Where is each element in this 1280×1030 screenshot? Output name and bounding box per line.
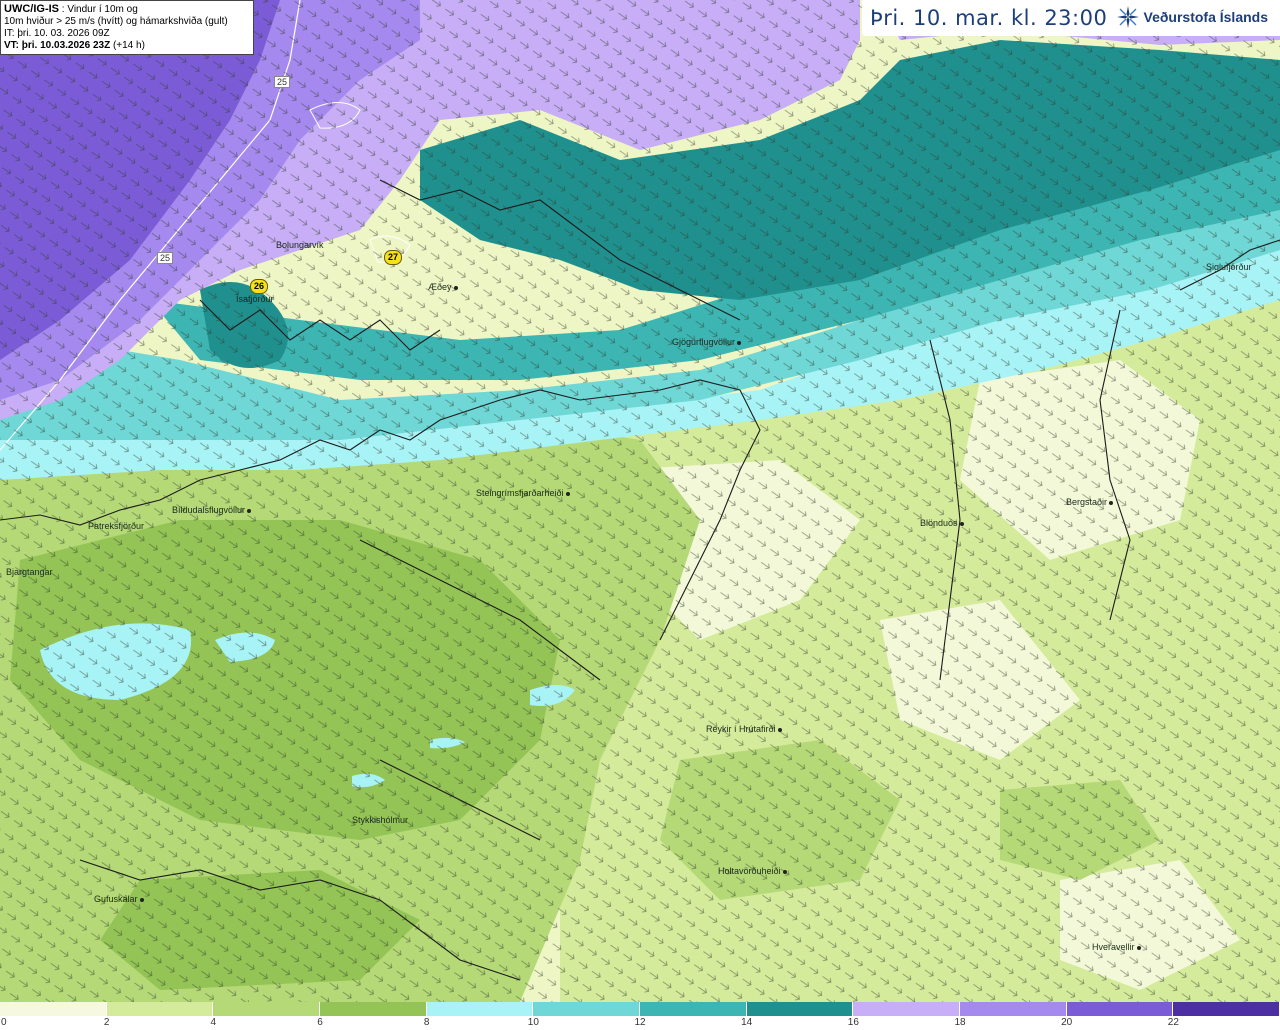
place-label: Gjögurflugvöllur (672, 337, 742, 347)
init-time: IT: þri. 10. 03. 2026 09Z (4, 28, 110, 39)
legend-tick-label: 2 (103, 1017, 110, 1028)
legend-swatch (746, 1002, 854, 1016)
forecast-map-view: 25 25 27 26 Bolungarvík Ísafjörður Æðey … (0, 0, 1280, 1030)
place-name: Steingrímsfjarðarheiði (476, 488, 564, 498)
valid-time-offset: (+14 h) (110, 40, 145, 51)
place-dot (959, 521, 964, 526)
legend-color-bar (0, 1002, 1280, 1016)
place-name: Patreksfjörður (88, 521, 145, 531)
place-label: Reykir í Hrútafirði (706, 724, 782, 734)
valid-time-bold: VT: þri. 10.03.2026 23Z (4, 40, 111, 51)
place-name: Bolungarvík (276, 240, 324, 250)
place-label: Bjargtangar (6, 567, 53, 577)
legend-swatch (640, 1002, 747, 1016)
place-label: Gufuskálar (94, 894, 144, 904)
place-dot (782, 869, 787, 874)
legend-tick-label: 18 (954, 1017, 966, 1028)
place-label: Bíldudalsflugvöllur (172, 505, 252, 515)
info-line-2: 10m hviður > 25 m/s (hvítt) og hámarkshv… (4, 16, 228, 27)
place-dot (565, 491, 570, 496)
place-name: Holtavörðuheiði (718, 866, 781, 876)
max-gust-marker: 27 (384, 250, 402, 265)
place-label: Stykkishólmur (352, 815, 408, 825)
place-label: Bergstaðir (1066, 497, 1114, 507)
forecast-info-box: UWC/IG-IS : Vindur í 10m og 10m hviður >… (0, 0, 254, 55)
place-name: Bíldudalsflugvöllur (172, 505, 246, 515)
legend-swatch (320, 1002, 427, 1016)
weather-office-star-icon (1116, 6, 1139, 28)
vedurstofa-logo[interactable]: Veðurstofa Íslands (1116, 5, 1268, 29)
place-dot (139, 897, 144, 902)
gust-contour-label: 25 (157, 252, 174, 264)
place-name: Gjögurflugvöllur (672, 337, 736, 347)
place-name: Siglufjörður (1206, 262, 1252, 272)
place-name: Æðey (428, 282, 452, 292)
legend-tick-label: 0 (1, 1017, 7, 1028)
max-gust-marker: 26 (250, 279, 268, 294)
place-dot (777, 727, 782, 732)
legend-tick-label: 14 (741, 1017, 753, 1028)
legend-swatch (213, 1002, 321, 1016)
legend-tick-label: 8 (423, 1017, 430, 1028)
place-name: Stykkishólmur (352, 815, 409, 825)
place-dot (247, 508, 252, 513)
legend-tick-label: 12 (634, 1017, 646, 1028)
legend-swatch (533, 1002, 641, 1016)
gust-contour-label: 25 (274, 76, 291, 88)
legend-tick-label: 6 (317, 1017, 323, 1028)
place-dot (453, 285, 458, 290)
legend-swatch (426, 1002, 534, 1016)
place-label: Patreksfjörður (88, 521, 144, 531)
place-dot (737, 340, 742, 345)
place-label: Blönduós (920, 518, 964, 528)
place-name: Bjargtangar (6, 567, 53, 577)
legend-swatch (106, 1002, 214, 1016)
legend-swatch (1173, 1002, 1280, 1016)
legend-swatch (0, 1002, 107, 1016)
wind-speed-legend: 0 2 4 6 8 10 12 14 16 18 20 22 (0, 1002, 1280, 1030)
legend-tick-label: 20 (1061, 1017, 1073, 1028)
legend-swatch (853, 1002, 961, 1016)
info-line-1: UWC/IG-IS : Vindur í 10m og (4, 3, 250, 16)
place-label: Siglufjörður (1206, 262, 1252, 272)
place-label: Bolungarvík (276, 240, 324, 250)
valid-time-title: Þri. 10. mar. kl. 23:00 (870, 6, 1108, 30)
legend-tick-label: 4 (210, 1017, 217, 1028)
place-label: Hveravellir (1092, 942, 1141, 952)
legend-swatch (960, 1002, 1067, 1016)
info-line-1-text: : Vindur í 10m og (59, 4, 138, 15)
place-label: Steingrímsfjarðarheiði (476, 488, 570, 498)
legend-swatch (1066, 1002, 1174, 1016)
place-name: Blönduós (920, 518, 958, 528)
place-label: Æðey (428, 282, 458, 292)
place-name: Hveravellir (1092, 942, 1135, 952)
place-dot (1109, 500, 1114, 505)
valid-time-line: VT: þri. 10.03.2026 23Z (+14 h) (4, 40, 250, 52)
place-name: Gufuskálar (94, 894, 138, 904)
place-label: Holtavörðuheiði (718, 866, 787, 876)
legend-tick-label: 10 (527, 1017, 539, 1028)
legend-tick-label: 22 (1167, 1017, 1179, 1028)
place-name: Ísafjörður (236, 294, 274, 304)
place-label: Ísafjörður (236, 294, 274, 304)
place-dot (1136, 945, 1141, 950)
logo-text: Veðurstofa Íslands (1143, 9, 1268, 25)
valid-time-header: Þri. 10. mar. kl. 23:00 Veðurstofa Íslan… (862, 0, 1280, 36)
legend-tick-label: 16 (847, 1017, 859, 1028)
model-name: UWC/IG-IS (4, 3, 59, 15)
place-name: Bergstaðir (1066, 497, 1108, 507)
place-name: Reykir í Hrútafirði (706, 724, 776, 734)
